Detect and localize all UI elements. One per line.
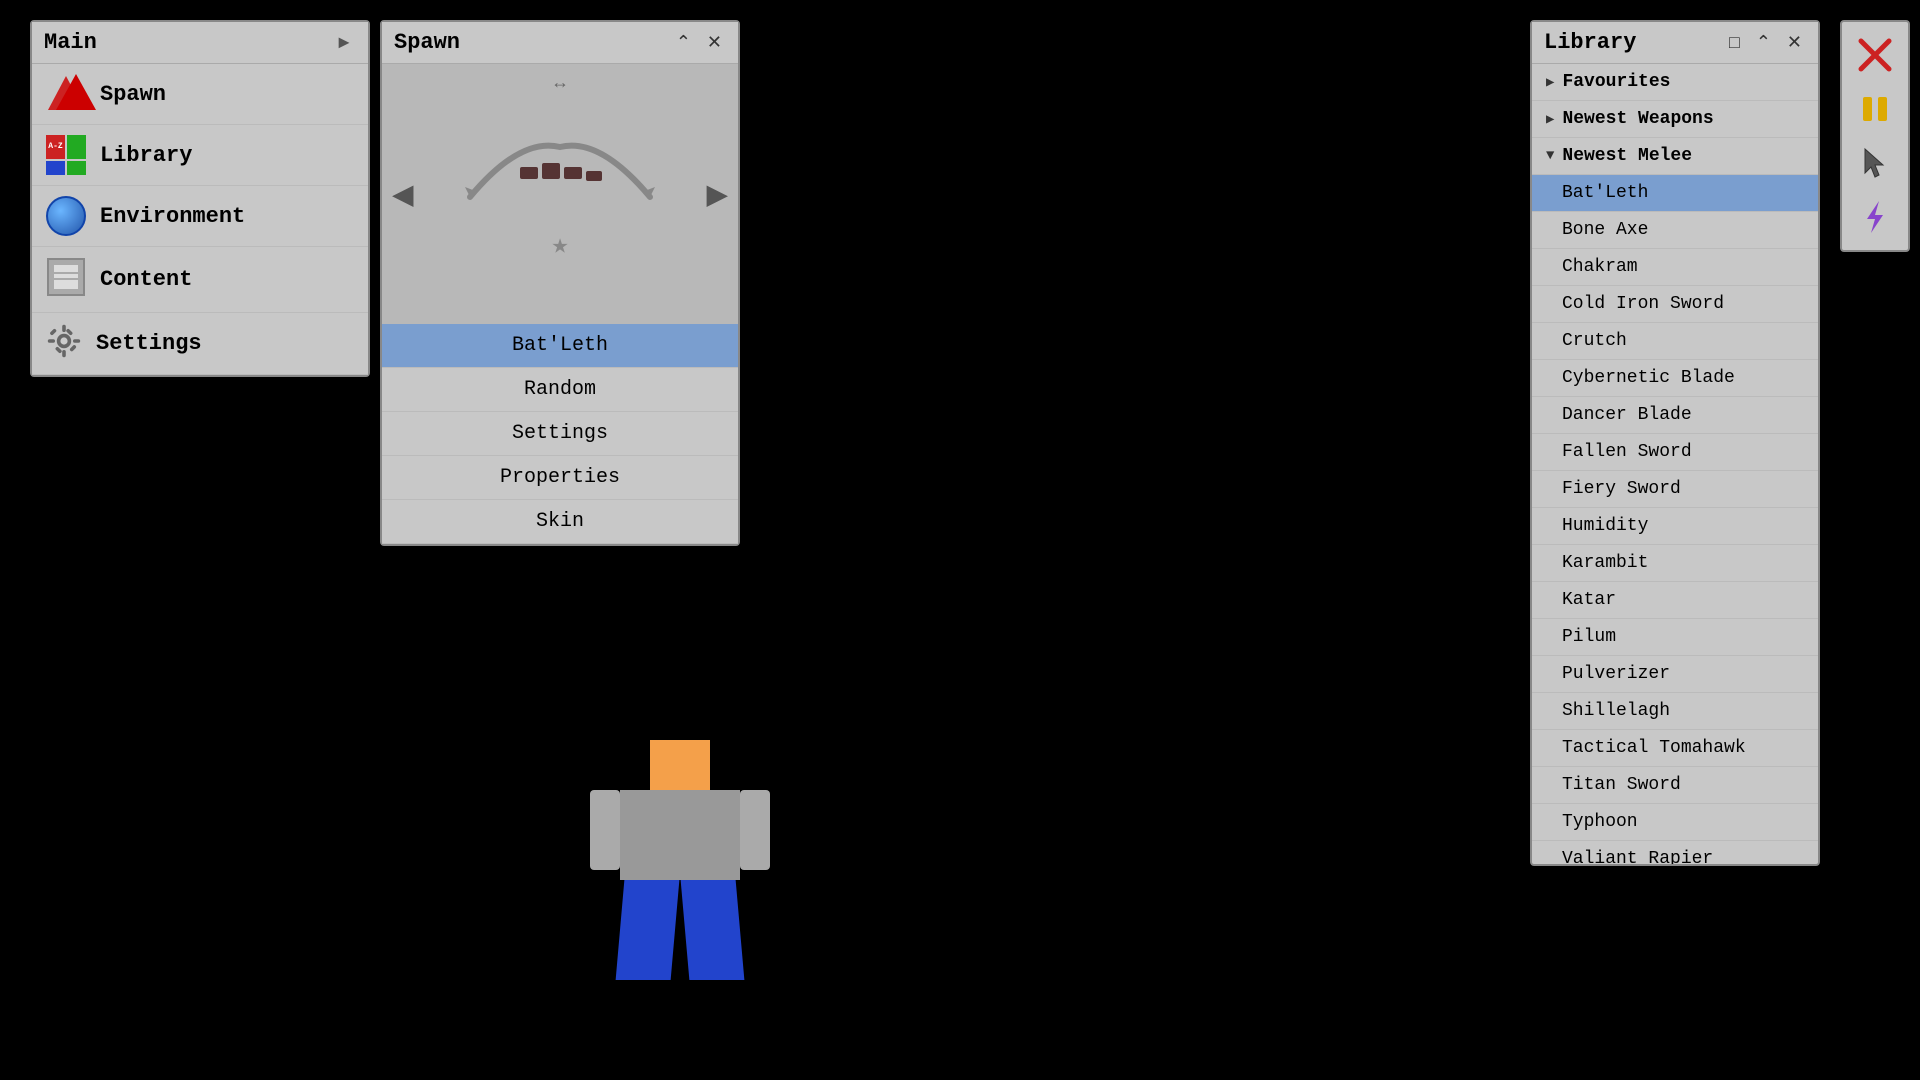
spawn-prev-button[interactable]: ◀ [392, 178, 414, 211]
scene-character [620, 740, 740, 980]
spawn-menu-item-skin[interactable]: Skin [382, 500, 738, 544]
library-item-crutch[interactable]: Crutch [1532, 323, 1818, 360]
character-head [650, 740, 710, 790]
sidebar-item-environment[interactable]: Environment [32, 186, 368, 247]
spawn-panel-controls: ⌃ ✕ [672, 30, 726, 55]
library-category-newest-melee[interactable]: ▼ Newest Melee [1532, 138, 1818, 175]
spawn-menu-item-random[interactable]: Random [382, 368, 738, 412]
library-minimize-button[interactable]: ⌃ [1752, 30, 1775, 55]
library-category-newest-weapons[interactable]: ▶ Newest Weapons [1532, 101, 1818, 138]
spawn-panel-header: Spawn ⌃ ✕ [382, 22, 738, 64]
library-item-typhoon[interactable]: Typhoon [1532, 804, 1818, 841]
spawn-icon [46, 74, 86, 114]
library-item-batleth[interactable]: Bat'Leth [1532, 175, 1818, 212]
environment-icon [46, 196, 86, 236]
library-item-fiery-sword[interactable]: Fiery Sword [1532, 471, 1818, 508]
close-icon [1857, 37, 1893, 73]
spawn-close-button[interactable]: ✕ [703, 30, 726, 55]
resize-icon: ↔ [555, 74, 566, 94]
library-item-pulverizer[interactable]: Pulverizer [1532, 656, 1818, 693]
spawn-menu-item-settings[interactable]: Settings [382, 412, 738, 456]
settings-icon [46, 323, 82, 364]
sidebar-item-library[interactable]: A-Z Library [32, 125, 368, 186]
newest-melee-arrow: ▼ [1546, 148, 1554, 164]
library-item-bone-axe[interactable]: Bone Axe [1532, 212, 1818, 249]
weapon-preview [460, 127, 660, 217]
toolbar-pause-button[interactable] [1850, 84, 1900, 134]
spawn-panel-title: Spawn [394, 30, 460, 55]
content-label: Content [100, 267, 192, 292]
character-arm-right [740, 790, 770, 870]
newest-weapons-arrow: ▶ [1546, 111, 1554, 128]
character-leg-right [681, 880, 745, 980]
library-item-titan-sword[interactable]: Titan Sword [1532, 767, 1818, 804]
library-item-humidity[interactable]: Humidity [1532, 508, 1818, 545]
settings-label: Settings [96, 331, 202, 356]
library-category-favourites[interactable]: ▶ Favourites [1532, 64, 1818, 101]
spawn-menu-item-batleth[interactable]: Bat'Leth [382, 324, 738, 368]
cursor-icon [1857, 145, 1893, 181]
spawn-label: Spawn [100, 82, 166, 107]
library-item-shillelagh[interactable]: Shillelagh [1532, 693, 1818, 730]
library-panel: Library □ ⌃ ✕ ▶ Favourites ▶ Newest Weap… [1530, 20, 1820, 866]
library-item-karambit[interactable]: Karambit [1532, 545, 1818, 582]
character-leg-left [616, 880, 680, 980]
main-panel-header: Main ► [32, 22, 368, 64]
library-item-dancer-blade[interactable]: Dancer Blade [1532, 397, 1818, 434]
library-item-cybernetic-blade[interactable]: Cybernetic Blade [1532, 360, 1818, 397]
library-panel-title: Library [1544, 30, 1636, 55]
spawn-next-button[interactable]: ▶ [706, 178, 728, 211]
sidebar-item-spawn[interactable]: Spawn [32, 64, 368, 125]
library-item-valiant-rapier[interactable]: Valiant Rapier [1532, 841, 1818, 864]
favourites-label: Favourites [1562, 72, 1670, 92]
spawn-preview-area: ↔ ◀ ★ ▶ [382, 64, 738, 324]
newest-melee-label: Newest Melee [1562, 146, 1692, 166]
library-list: ▶ Favourites ▶ Newest Weapons ▼ Newest M… [1532, 64, 1818, 864]
character-body [620, 790, 740, 880]
library-item-katar[interactable]: Katar [1532, 582, 1818, 619]
library-label: Library [100, 143, 192, 168]
library-item-cold-iron-sword[interactable]: Cold Iron Sword [1532, 286, 1818, 323]
favorite-star[interactable]: ★ [552, 227, 569, 262]
library-panel-header: Library □ ⌃ ✕ [1532, 22, 1818, 64]
library-window-button[interactable]: □ [1725, 30, 1744, 55]
environment-label: Environment [100, 204, 245, 229]
main-panel-collapse-button[interactable]: ► [332, 31, 356, 55]
library-close-button[interactable]: ✕ [1783, 30, 1806, 55]
library-item-pilum[interactable]: Pilum [1532, 619, 1818, 656]
spawn-panel: Spawn ⌃ ✕ ↔ ◀ ★ ▶ Bat'Leth Random Settin… [380, 20, 740, 546]
library-item-fallen-sword[interactable]: Fallen Sword [1532, 434, 1818, 471]
main-panel-title: Main [44, 30, 97, 55]
library-item-tactical-tomahawk[interactable]: Tactical Tomahawk [1532, 730, 1818, 767]
toolbar-lightning-button[interactable] [1850, 192, 1900, 242]
library-panel-controls: □ ⌃ ✕ [1725, 30, 1806, 55]
toolbar-close-button[interactable] [1850, 30, 1900, 80]
library-icon: A-Z [46, 135, 86, 175]
spawn-minimize-button[interactable]: ⌃ [672, 30, 695, 55]
character-arm-left [590, 790, 620, 870]
sidebar-item-content[interactable]: Content [32, 247, 368, 313]
pause-icon [1857, 91, 1893, 127]
spawn-menu-item-properties[interactable]: Properties [382, 456, 738, 500]
right-toolbar [1840, 20, 1910, 252]
sidebar-item-settings[interactable]: Settings [32, 313, 368, 375]
toolbar-cursor-button[interactable] [1850, 138, 1900, 188]
main-panel: Main ► Spawn A-Z Library Environment [30, 20, 370, 377]
library-item-chakram[interactable]: Chakram [1532, 249, 1818, 286]
character-legs [620, 880, 740, 980]
content-icon [46, 257, 86, 302]
favourites-arrow: ▶ [1546, 74, 1554, 91]
newest-weapons-label: Newest Weapons [1562, 109, 1713, 129]
lightning-icon [1857, 199, 1893, 235]
